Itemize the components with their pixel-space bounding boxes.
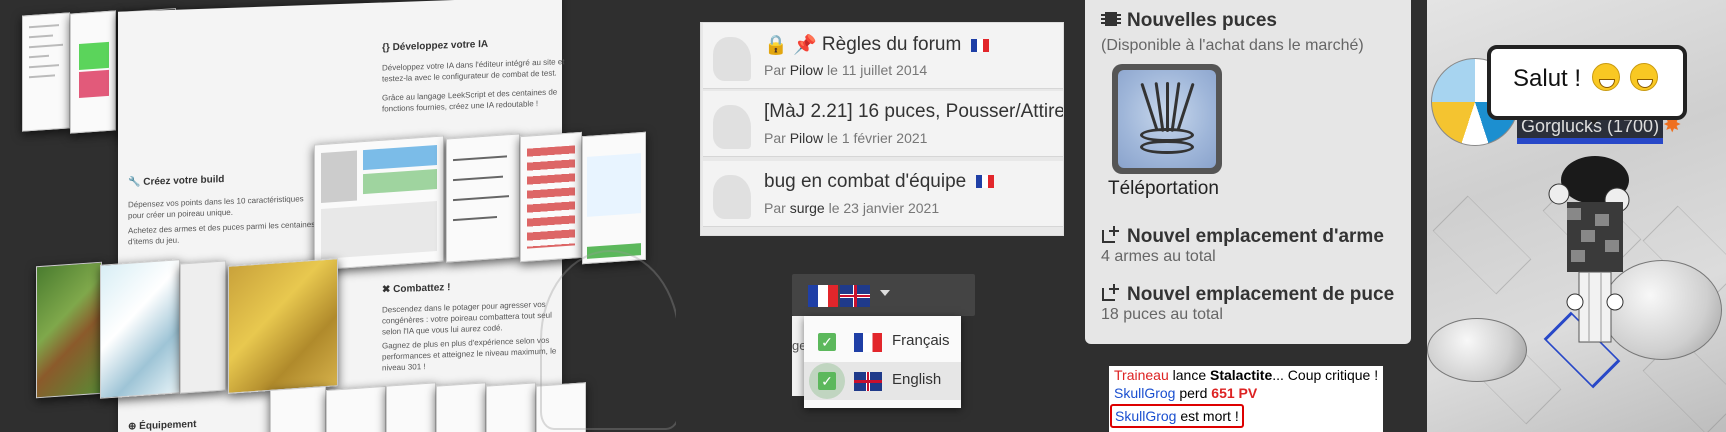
topic-title[interactable]: Règles du forum <box>822 34 961 55</box>
topic-title[interactable]: [MàJ 2.21] 16 puces, Pousser/Attirer, T <box>764 101 1063 122</box>
topic-title[interactable]: bug en combat d'équipe <box>764 171 966 192</box>
new-chips-subtitle: (Disponible à l'achat dans le marché) <box>1101 37 1364 54</box>
french-flag-icon <box>854 333 882 352</box>
build-section-text-1: Dépensez vos points dans les 10 caractér… <box>128 194 304 221</box>
ia-section-text-1: Développez votre IA dans l'éditeur intég… <box>382 57 565 84</box>
build-screenshot-3 <box>520 131 582 263</box>
teleportation-chip-tile[interactable] <box>1112 64 1222 174</box>
language-option-french[interactable]: ✓ Français <box>804 323 961 361</box>
editor-screenshot-2 <box>70 10 116 134</box>
french-flag-icon <box>808 285 838 307</box>
language-option-english[interactable]: ✓ English <box>804 362 961 400</box>
smiling-eyes-emoji-icon <box>1630 63 1659 91</box>
rock <box>1427 318 1527 382</box>
forum-topic[interactable]: 🔒 📌 Règles du forum Par Pilow le 11 juil… <box>703 23 1063 89</box>
language-option-label: Français <box>892 332 950 349</box>
log-line-death: SkullGrog est mort ! <box>1110 404 1244 428</box>
topic-author[interactable]: Pilow <box>790 130 823 146</box>
map-screenshot-4 <box>228 258 338 394</box>
map-screenshot-3 <box>180 260 226 394</box>
language-dropdown-button[interactable] <box>792 274 975 316</box>
french-flag-icon <box>975 175 994 189</box>
checkbox-checked-icon[interactable]: ✓ <box>818 333 836 351</box>
equipment-screenshot-4 <box>436 382 486 432</box>
fight-log: Traineau lance Stalactite... Coup critiq… <box>1109 366 1383 432</box>
equipment-screenshot-5 <box>486 382 536 432</box>
background-text: ge <box>792 316 804 396</box>
grinning-emoji-icon <box>1591 63 1620 91</box>
ia-section-text-2: Grâce au langage LeekScript et des centa… <box>382 87 558 114</box>
log-item: Stalactite <box>1210 367 1273 383</box>
log-actor[interactable]: SkullGrog <box>1114 385 1175 401</box>
add-slot-icon <box>1101 282 1121 301</box>
chip-name: Téléportation <box>1108 178 1219 199</box>
topic-author[interactable]: Pilow <box>790 62 823 78</box>
chip-icon <box>1101 10 1121 28</box>
uk-flag-icon <box>840 285 870 307</box>
lock-icon: 🔒 <box>764 35 788 56</box>
language-option-label: English <box>892 371 942 388</box>
chevron-down-icon <box>880 290 890 296</box>
new-chip-slot-title: Nouvel emplacement de puce <box>1101 282 1394 306</box>
map-screenshot-1 <box>36 261 102 399</box>
topic-author[interactable]: surge <box>790 200 825 216</box>
topic-date: le 11 juillet 2014 <box>827 62 928 78</box>
map-screenshot-2 <box>100 259 180 399</box>
leek-avatar-placeholder <box>713 175 751 219</box>
language-selector: ge n privé de votre équipe ✓ Français ✓ … <box>792 274 975 416</box>
topic-date: le 1 février 2021 <box>827 130 928 146</box>
new-chips-title: Nouvelles puces <box>1101 10 1277 32</box>
equipment-screenshot-2 <box>326 385 386 432</box>
checkbox-checked-icon[interactable]: ✓ <box>818 372 836 390</box>
editor-screenshot-1 <box>22 12 70 132</box>
log-line: SkullGrog perd 651 PV <box>1114 385 1258 401</box>
leek-avatar-placeholder <box>713 105 751 149</box>
log-line: Traineau lance Stalactite... Coup critiq… <box>1114 367 1379 383</box>
log-actor[interactable]: SkullGrog <box>1115 408 1176 424</box>
log-damage: 651 PV <box>1211 385 1258 401</box>
forum-topic[interactable]: [MàJ 2.21] 16 puces, Pousser/Attirer, T … <box>703 91 1063 157</box>
game-view: Gorglucks (1700) ✸ Salut ! <box>1427 0 1726 432</box>
build-screenshot-1 <box>314 135 444 271</box>
build-screenshot-2 <box>446 133 520 263</box>
language-menu: ✓ Français ✓ English <box>804 316 961 408</box>
topic-date: le 23 janvier 2021 <box>828 200 940 216</box>
pin-icon: 📌 <box>792 35 817 56</box>
build-screenshot-4 <box>582 131 646 265</box>
log-actor[interactable]: Traineau <box>1114 367 1169 383</box>
french-flag-icon <box>970 38 989 52</box>
teleportation-icon <box>1118 70 1216 168</box>
leek-logo-outline <box>540 250 676 430</box>
health-bar <box>1517 138 1663 144</box>
ia-section-title: {} Développez votre IA <box>382 38 489 54</box>
add-slot-icon <box>1101 224 1121 243</box>
new-chip-slot-subtitle: 18 puces au total <box>1101 306 1223 323</box>
bubble-text: Salut ! <box>1513 65 1582 92</box>
new-weapon-slot-title: Nouvel emplacement d'arme <box>1101 224 1384 248</box>
fight-section-title: ✖ Combattez ! <box>382 282 451 296</box>
uk-flag-icon <box>854 372 882 391</box>
update-summary-panel: Nouvelles puces (Disponible à l'achat da… <box>1085 0 1411 344</box>
build-section-title: 🔧 Créez votre build <box>128 174 225 189</box>
build-section-text-2: Achetez des armes et des puces parmi les… <box>128 219 316 247</box>
leek-avatar-placeholder <box>713 37 751 81</box>
equipment-screenshot-3 <box>386 382 436 432</box>
equipment-section-title: ⊕ Équipement <box>128 419 197 432</box>
leek-character[interactable] <box>1545 150 1645 360</box>
forum-topic-list: 🔒 📌 Règles du forum Par Pilow le 11 juil… <box>700 22 1064 236</box>
equipment-screenshot-1 <box>270 386 326 432</box>
speech-bubble: Salut ! <box>1487 45 1687 120</box>
forum-topic[interactable]: bug en combat d'équipe Par surge le 23 j… <box>703 161 1063 227</box>
promo-panel: {} Développez votre IA Développez votre … <box>0 0 676 432</box>
new-weapon-slot-subtitle: 4 armes au total <box>1101 248 1216 265</box>
